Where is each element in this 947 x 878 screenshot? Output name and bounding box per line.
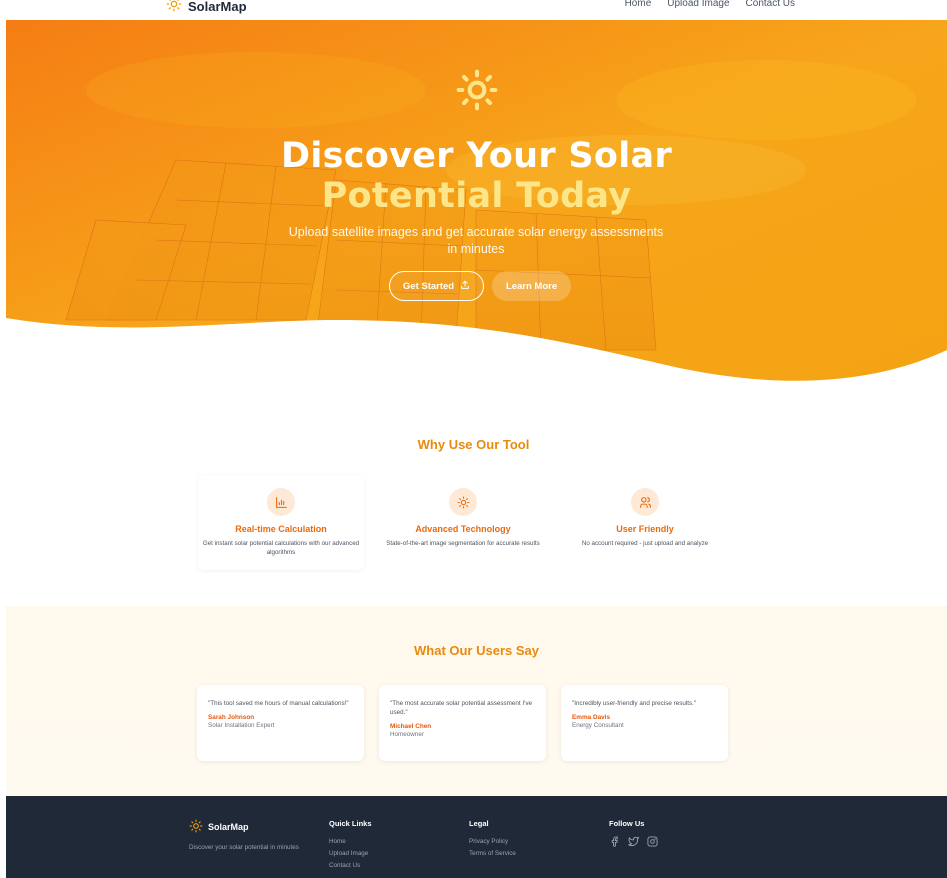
testimonial-card: "Incredibly user-friendly and precise re… bbox=[561, 685, 728, 761]
hero-title: Discover Your Solar Potential Today bbox=[6, 136, 947, 216]
nav-link-upload-image[interactable]: Upload Image bbox=[667, 0, 729, 9]
learn-more-button[interactable]: Learn More bbox=[492, 271, 571, 301]
testimonial-role: Homeowner bbox=[390, 731, 424, 738]
footer-link-home[interactable]: Home bbox=[329, 838, 372, 845]
feature-title: Real-time Calculation bbox=[235, 524, 327, 534]
hero-title-line2: Potential Today bbox=[321, 176, 632, 216]
testimonials-section: What Our Users Say "This tool saved me h… bbox=[6, 606, 947, 796]
testimonial-name: Michael Chen bbox=[390, 723, 432, 730]
testimonial-card: "The most accurate solar potential asses… bbox=[379, 685, 546, 761]
footer-link-terms[interactable]: Terms of Service bbox=[469, 850, 516, 857]
facebook-icon[interactable] bbox=[609, 836, 620, 847]
bar-chart-icon bbox=[267, 488, 295, 516]
testimonial-quote: "Incredibly user-friendly and precise re… bbox=[572, 700, 697, 707]
footer-quick-links: Quick Links Home Upload Image Contact Us bbox=[329, 819, 372, 869]
feature-title: User Friendly bbox=[616, 524, 674, 534]
testimonial-role: Energy Consultant bbox=[572, 722, 624, 729]
instagram-icon[interactable] bbox=[647, 836, 658, 847]
footer: SolarMap Discover your solar potential i… bbox=[6, 796, 947, 878]
brand-name: SolarMap bbox=[188, 0, 247, 14]
testimonial-role: Solar Installation Expert bbox=[208, 722, 275, 729]
testimonial-quote: "The most accurate solar potential asses… bbox=[390, 700, 533, 716]
top-navbar: SolarMap Home Upload Image Contact Us bbox=[0, 0, 947, 14]
hero-section: Discover Your Solar Potential Today Uplo… bbox=[6, 20, 947, 390]
twitter-icon[interactable] bbox=[628, 836, 639, 847]
social-links bbox=[609, 836, 658, 847]
upload-icon bbox=[460, 280, 470, 293]
nav-link-home[interactable]: Home bbox=[625, 0, 652, 9]
footer-link-privacy[interactable]: Privacy Policy bbox=[469, 838, 516, 845]
get-started-label: Get Started bbox=[402, 280, 455, 292]
sun-icon bbox=[449, 488, 477, 516]
footer-heading: Legal bbox=[469, 819, 489, 828]
footer-legal: Legal Privacy Policy Terms of Service bbox=[469, 819, 516, 857]
footer-brand-column: SolarMap Discover your solar potential i… bbox=[189, 819, 299, 851]
footer-heading: Follow Us bbox=[609, 819, 645, 828]
nav-link-contact-us[interactable]: Contact Us bbox=[746, 0, 795, 9]
feature-desc: State-of-the-art image segmentation for … bbox=[386, 540, 540, 547]
testimonial-name: Emma Davis bbox=[572, 714, 611, 721]
testimonial-quote: "This tool saved me hours of manual calc… bbox=[208, 700, 349, 707]
testimonials-title: What Our Users Say bbox=[414, 643, 539, 658]
footer-heading: Quick Links bbox=[329, 819, 372, 828]
hero-subtitle: Upload satellite images and get accurate… bbox=[288, 225, 664, 256]
footer-brand-name: SolarMap bbox=[208, 822, 249, 832]
hero-sun-icon bbox=[454, 68, 500, 117]
sun-icon bbox=[189, 819, 203, 835]
feature-desc: Get instant solar potential calculations… bbox=[202, 540, 360, 556]
feature-card-realtime: Real-time Calculation Get instant solar … bbox=[198, 475, 364, 570]
users-icon bbox=[631, 488, 659, 516]
learn-more-label: Learn More bbox=[505, 280, 558, 292]
hero-title-line1: Discover Your Solar bbox=[280, 136, 673, 176]
footer-link-contact-us[interactable]: Contact Us bbox=[329, 862, 372, 869]
testimonial-card: "This tool saved me hours of manual calc… bbox=[197, 685, 364, 761]
footer-tagline: Discover your solar potential in minutes bbox=[189, 844, 299, 851]
footer-follow: Follow Us bbox=[609, 819, 658, 847]
why-section-title: Why Use Our Tool bbox=[417, 437, 530, 452]
brand-logo[interactable]: SolarMap bbox=[166, 0, 247, 17]
footer-brand[interactable]: SolarMap bbox=[189, 819, 299, 835]
feature-card-technology: Advanced Technology State-of-the-art ima… bbox=[380, 475, 546, 570]
footer-link-upload-image[interactable]: Upload Image bbox=[329, 850, 372, 857]
get-started-button[interactable]: Get Started bbox=[389, 271, 484, 301]
feature-desc: No account required - just upload and an… bbox=[581, 540, 709, 547]
sun-icon bbox=[166, 0, 182, 17]
feature-card-user-friendly: User Friendly No account required - just… bbox=[562, 475, 728, 570]
feature-title: Advanced Technology bbox=[415, 524, 511, 534]
nav-links: Home Upload Image Contact Us bbox=[625, 0, 795, 9]
testimonial-name: Sarah Johnson bbox=[208, 714, 255, 721]
